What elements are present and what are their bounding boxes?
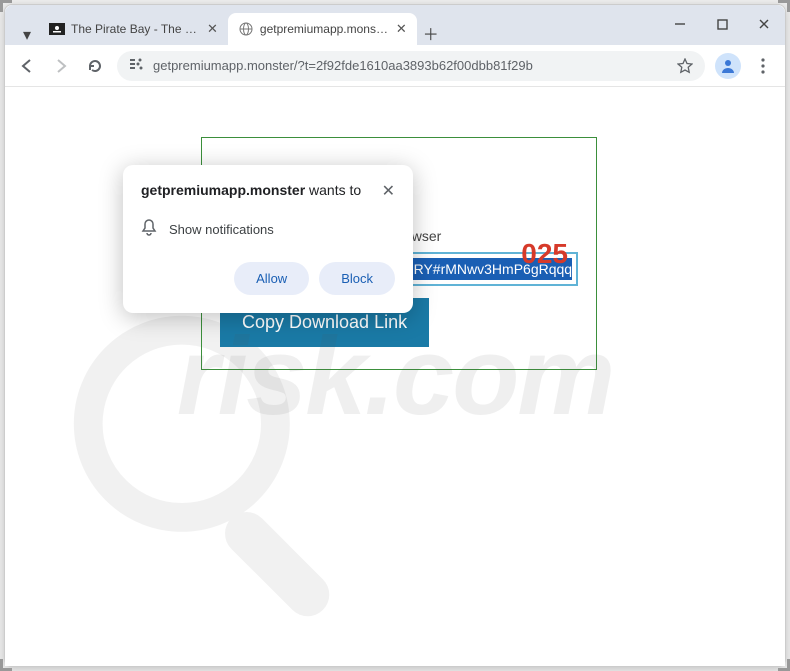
window-controls bbox=[673, 17, 771, 31]
browser-window: ▾ The Pirate Bay - The galaxy's m ✕ getp… bbox=[4, 4, 786, 667]
permission-item-label: Show notifications bbox=[169, 222, 274, 237]
menu-kebab-icon[interactable] bbox=[751, 54, 775, 78]
bell-icon bbox=[141, 219, 157, 240]
tab-title: getpremiumapp.monster/?t=2f bbox=[260, 22, 390, 36]
block-button[interactable]: Block bbox=[319, 262, 395, 295]
page-content: 025 Copy and paste the URL in browser ht… bbox=[5, 87, 785, 666]
tab-close-icon[interactable]: ✕ bbox=[396, 21, 407, 37]
tab-inactive[interactable]: The Pirate Bay - The galaxy's m ✕ bbox=[39, 13, 228, 45]
tab-active[interactable]: getpremiumapp.monster/?t=2f ✕ bbox=[228, 13, 417, 45]
notification-permission-dialog: getpremiumapp.monster wants to ✕ Show no… bbox=[123, 165, 413, 313]
permission-title: getpremiumapp.monster wants to bbox=[141, 181, 361, 201]
partial-year-text: 025 bbox=[521, 238, 568, 270]
tab-close-icon[interactable]: ✕ bbox=[207, 21, 218, 37]
pirate-favicon-icon bbox=[49, 21, 65, 37]
tab-search-caret-icon[interactable]: ▾ bbox=[15, 25, 39, 45]
minimize-button[interactable] bbox=[673, 17, 687, 31]
permission-close-icon[interactable]: ✕ bbox=[382, 181, 395, 201]
address-bar[interactable]: getpremiumapp.monster/?t=2f92fde1610aa38… bbox=[117, 51, 705, 81]
tab-title: The Pirate Bay - The galaxy's m bbox=[71, 22, 201, 36]
toolbar: getpremiumapp.monster/?t=2f92fde1610aa38… bbox=[5, 45, 785, 87]
forward-button[interactable] bbox=[49, 54, 73, 78]
bookmark-star-icon[interactable] bbox=[677, 58, 693, 74]
permission-item: Show notifications bbox=[141, 219, 395, 240]
address-text: getpremiumapp.monster/?t=2f92fde1610aa38… bbox=[153, 58, 669, 73]
allow-button[interactable]: Allow bbox=[234, 262, 309, 295]
globe-favicon-icon bbox=[238, 21, 254, 37]
tab-strip: ▾ The Pirate Bay - The galaxy's m ✕ getp… bbox=[5, 5, 785, 45]
new-tab-button[interactable]: ＋ bbox=[417, 21, 445, 45]
close-window-button[interactable] bbox=[757, 17, 771, 31]
maximize-button[interactable] bbox=[715, 17, 729, 31]
back-button[interactable] bbox=[15, 54, 39, 78]
reload-button[interactable] bbox=[83, 54, 107, 78]
site-settings-icon[interactable] bbox=[129, 57, 145, 74]
profile-avatar[interactable] bbox=[715, 53, 741, 79]
